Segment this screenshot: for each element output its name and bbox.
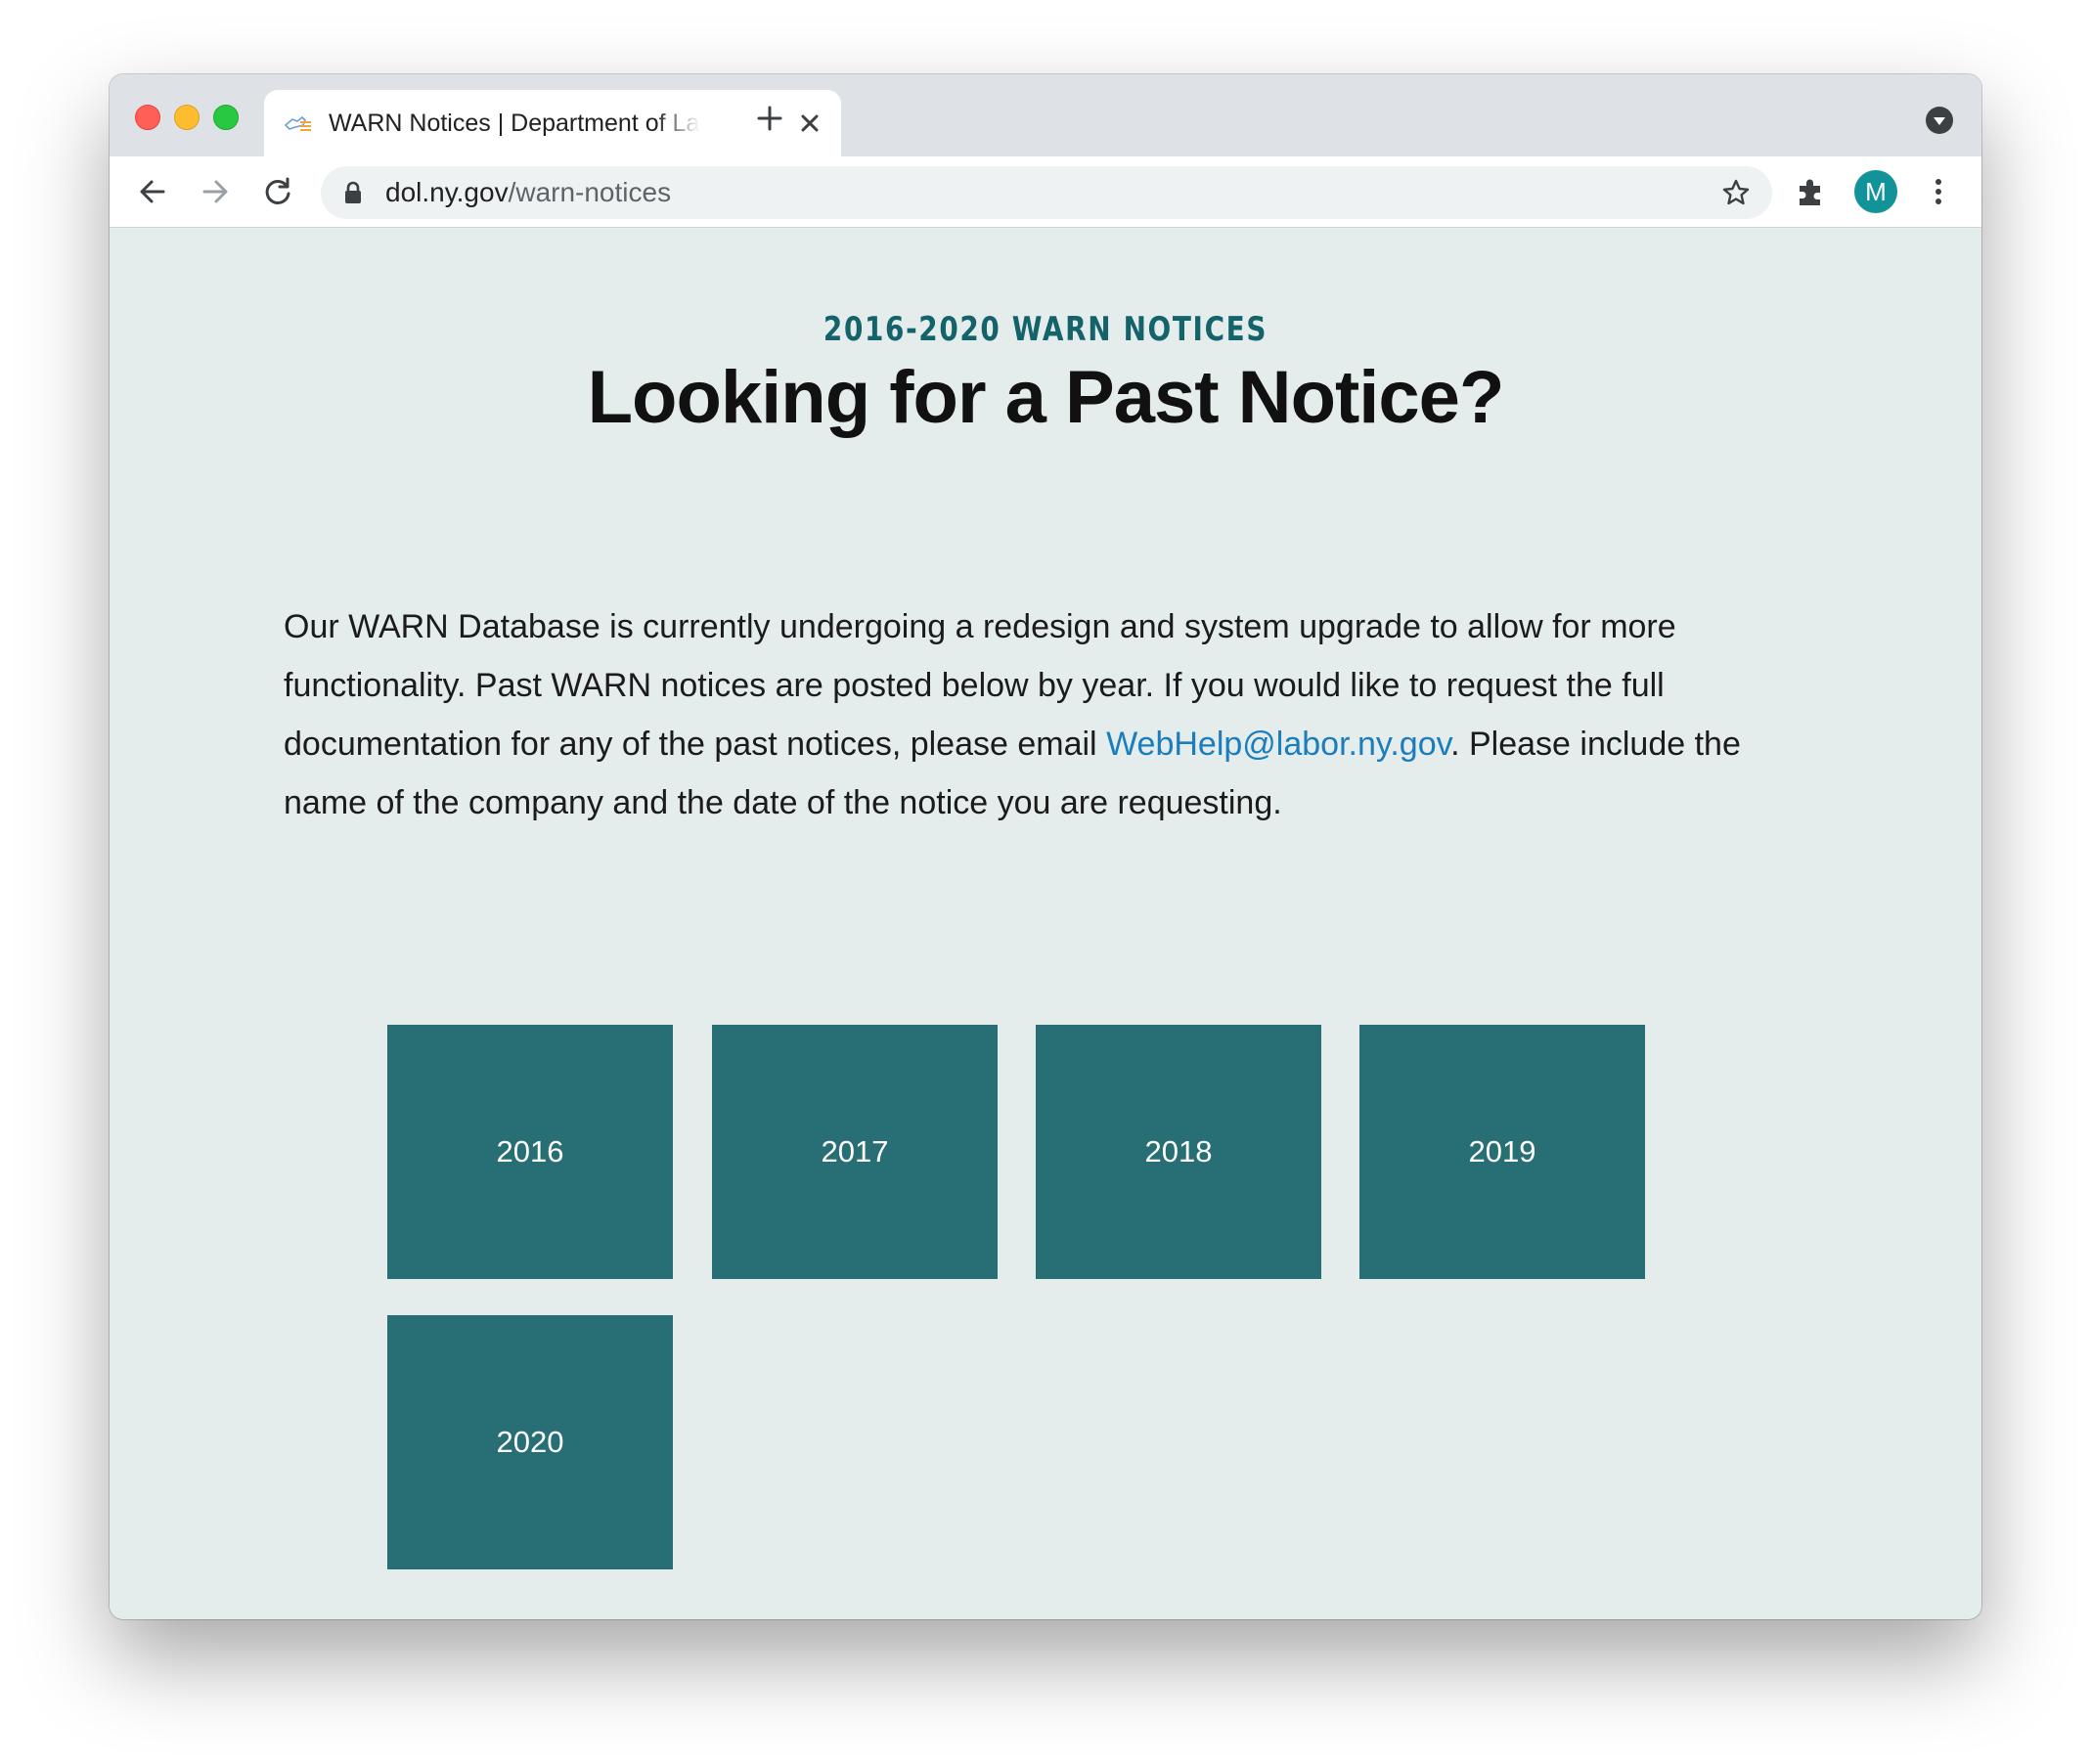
browser-toolbar: dol.ny.gov/warn-notices M: [110, 156, 1981, 228]
arrow-left-icon[interactable]: [135, 174, 170, 209]
reload-icon[interactable]: [260, 174, 295, 209]
year-button-2017[interactable]: 2017: [712, 1025, 998, 1279]
year-button-2020[interactable]: 2020: [387, 1315, 673, 1569]
maximize-window-button[interactable]: [213, 105, 239, 130]
url-text: dol.ny.gov/warn-notices: [385, 177, 671, 208]
lock-icon[interactable]: [342, 181, 364, 204]
plus-icon[interactable]: [755, 104, 784, 133]
year-button-2018[interactable]: 2018: [1036, 1025, 1321, 1279]
minimize-window-button[interactable]: [174, 105, 200, 130]
close-icon[interactable]: [796, 110, 823, 137]
page-content: 2016-2020 WARN NOTICES Looking for a Pas…: [110, 228, 1981, 1619]
avatar[interactable]: M: [1854, 170, 1897, 213]
ny-state-logo-icon: [284, 115, 311, 131]
arrow-right-icon[interactable]: [198, 174, 233, 209]
webhelp-email-link[interactable]: WebHelp@labor.ny.gov: [1106, 726, 1450, 763]
puzzle-icon[interactable]: [1794, 174, 1829, 209]
url-path: /warn-notices: [508, 177, 672, 207]
chevron-down-icon[interactable]: [1925, 106, 1954, 135]
intro-paragraph: Our WARN Database is currently undergoin…: [284, 597, 1829, 832]
year-button-2019[interactable]: 2019: [1359, 1025, 1645, 1279]
section-eyebrow: 2016-2020 WARN NOTICES: [823, 310, 1268, 349]
star-icon[interactable]: [1721, 178, 1751, 207]
year-button-2016[interactable]: 2016: [387, 1025, 673, 1279]
url-host: dol.ny.gov: [385, 177, 509, 207]
tab-title: WARN Notices | Department of Labor: [329, 110, 700, 137]
browser-window: WARN Notices | Department of Labor dol.n…: [110, 74, 1981, 1619]
tab-strip: WARN Notices | Department of Labor: [110, 74, 1981, 156]
close-window-button[interactable]: [135, 105, 160, 130]
page-title: Looking for a Past Notice?: [587, 356, 1505, 439]
kebab-menu-icon[interactable]: [1921, 174, 1956, 209]
address-bar[interactable]: dol.ny.gov/warn-notices: [321, 166, 1772, 219]
